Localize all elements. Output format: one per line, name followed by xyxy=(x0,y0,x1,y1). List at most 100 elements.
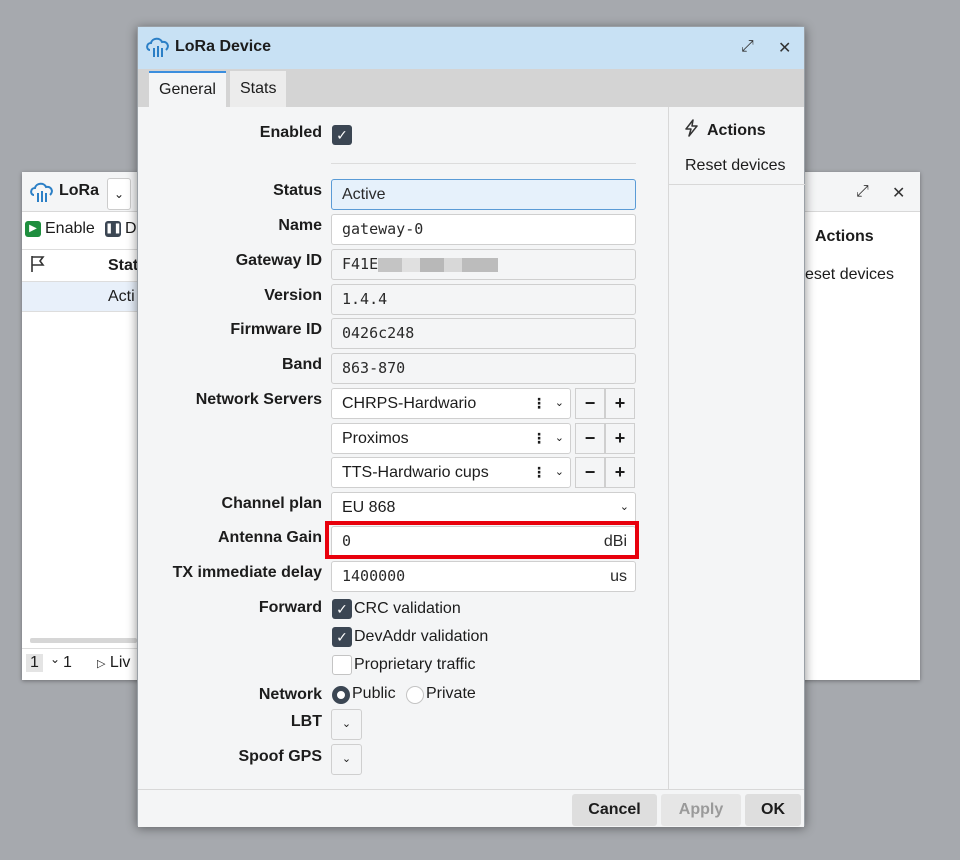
antenna-gain-label: Antenna Gain xyxy=(217,529,322,546)
network-label: Network xyxy=(258,686,322,703)
tab-stats[interactable]: Stats xyxy=(230,71,287,107)
dialog-footer: Cancel Apply OK xyxy=(138,789,804,827)
background-footer: 1 ⌄ 1 ▷ Liv xyxy=(22,648,137,680)
actions-header: Actions xyxy=(683,119,766,142)
cloud-logo-icon xyxy=(145,36,171,63)
background-toolbar: ▶ Enable ❚❚ D xyxy=(22,216,142,244)
firmware-id-label: Firmware ID xyxy=(230,321,322,338)
chevron-down-icon[interactable]: ⌄ xyxy=(50,652,60,666)
divider xyxy=(331,163,636,164)
tx-delay-unit: us xyxy=(610,568,627,585)
cloud-logo-icon xyxy=(29,181,55,208)
chevron-down-icon[interactable]: ⌄ xyxy=(555,424,564,453)
table-header: Stat xyxy=(22,249,138,282)
band-field: 863-870 xyxy=(331,353,636,384)
lbt-expand-button[interactable]: ⌄ xyxy=(331,709,362,740)
horizontal-scrollbar[interactable] xyxy=(30,638,137,643)
crc-validation-label[interactable]: CRC validation xyxy=(354,600,461,618)
forward-label: Forward xyxy=(258,599,322,616)
live-button[interactable]: ▷ Liv xyxy=(97,654,130,672)
antenna-gain-input[interactable]: 0 dBi xyxy=(331,526,636,557)
redacted-text xyxy=(378,257,499,272)
remove-server-button[interactable]: − xyxy=(575,457,605,488)
tx-delay-input[interactable]: 1400000 us xyxy=(331,561,636,592)
version-field: 1.4.4 xyxy=(331,284,636,315)
apply-button[interactable]: Apply xyxy=(661,794,741,826)
dialog-title: LoRa Device xyxy=(175,38,272,55)
dialog-titlebar: LoRa Device ⤢ ✕ xyxy=(138,27,804,69)
close-icon[interactable]: ✕ xyxy=(892,183,905,203)
kebab-icon[interactable]: ⋮ xyxy=(532,424,546,453)
reset-devices-action[interactable]: Reset devices xyxy=(669,147,805,185)
tab-bar: General Stats xyxy=(138,69,804,107)
cancel-button[interactable]: Cancel xyxy=(572,794,657,826)
network-server-select-2[interactable]: Proximos ⋮ ⌄ xyxy=(331,423,571,454)
row-status: Acti xyxy=(108,288,135,305)
add-server-button[interactable]: + xyxy=(605,457,635,488)
proprietary-traffic-label[interactable]: Proprietary traffic xyxy=(354,656,476,674)
disable-button[interactable]: ❚❚ D xyxy=(105,220,137,238)
page-total: 1 xyxy=(63,654,72,671)
status-label: Status xyxy=(273,182,322,199)
add-server-button[interactable]: + xyxy=(605,423,635,454)
ok-button[interactable]: OK xyxy=(745,794,801,826)
version-label: Version xyxy=(264,287,322,304)
status-field[interactable]: Active xyxy=(331,179,636,210)
add-server-button[interactable]: + xyxy=(605,388,635,419)
network-server-select-3[interactable]: TTS-Hardwario cups ⋮ ⌄ xyxy=(331,457,571,488)
play-icon: ▶ xyxy=(25,221,41,237)
maximize-icon[interactable]: ⤢ xyxy=(741,38,754,56)
network-servers-label: Network Servers xyxy=(195,391,322,408)
channel-plan-select[interactable]: EU 868 ⌄ xyxy=(331,492,636,523)
spoof-gps-expand-button[interactable]: ⌄ xyxy=(331,744,362,775)
private-label[interactable]: Private xyxy=(426,685,476,703)
public-radio[interactable] xyxy=(332,686,350,704)
close-icon[interactable]: ✕ xyxy=(778,38,791,58)
enable-button[interactable]: ▶ Enable xyxy=(25,220,95,238)
background-reset-devices[interactable]: eset devices xyxy=(805,266,894,284)
page-number[interactable]: 1 xyxy=(26,654,43,672)
chevron-down-icon[interactable]: ⌄ xyxy=(555,389,564,418)
channel-plan-label: Channel plan xyxy=(221,495,322,512)
table-row[interactable]: Acti xyxy=(22,282,137,312)
maximize-icon[interactable]: ⤢ xyxy=(856,183,869,201)
flag-icon xyxy=(30,255,46,278)
spoof-gps-label: Spoof GPS xyxy=(238,748,322,765)
gateway-id-label: Gateway ID xyxy=(235,252,322,269)
antenna-gain-unit: dBi xyxy=(603,533,627,550)
lbt-label: LBT xyxy=(290,713,322,730)
enabled-checkbox[interactable]: ✓ xyxy=(332,125,352,145)
private-radio[interactable] xyxy=(406,686,424,704)
kebab-icon[interactable]: ⋮ xyxy=(532,389,546,418)
gateway-id-field: F41E xyxy=(331,249,636,280)
tab-general[interactable]: General xyxy=(149,71,226,107)
crc-validation-checkbox[interactable]: ✓ xyxy=(332,599,352,619)
firmware-id-field: 0426c248 xyxy=(331,318,636,349)
name-label: Name xyxy=(278,217,322,234)
remove-server-button[interactable]: − xyxy=(575,423,605,454)
background-window-title: LoRa xyxy=(59,182,99,199)
background-actions-panel: Actions eset devices xyxy=(805,212,920,680)
band-label: Band xyxy=(282,356,322,373)
status-column-header[interactable]: Stat xyxy=(108,257,138,275)
chevron-down-icon[interactable]: ⌄ xyxy=(555,458,564,487)
background-actions-title: Actions xyxy=(815,228,874,245)
remove-server-button[interactable]: − xyxy=(575,388,605,419)
tx-delay-label: TX immediate delay xyxy=(172,564,322,581)
network-server-select-1[interactable]: CHRPS-Hardwario ⋮ ⌄ xyxy=(331,388,571,419)
proprietary-traffic-checkbox[interactable] xyxy=(332,655,352,675)
lightning-icon xyxy=(683,119,701,142)
play-outline-icon: ▷ xyxy=(97,658,106,670)
devaddr-validation-checkbox[interactable]: ✓ xyxy=(332,627,352,647)
actions-panel: Actions Reset devices xyxy=(668,107,805,789)
public-label[interactable]: Public xyxy=(352,685,396,703)
chevron-down-icon: ⌄ xyxy=(619,501,629,513)
chevron-down-icon[interactable]: ⌄ xyxy=(107,178,131,210)
name-input[interactable]: gateway-0 xyxy=(331,214,636,245)
devaddr-validation-label[interactable]: DevAddr validation xyxy=(354,628,488,646)
enabled-label: Enabled xyxy=(259,124,322,141)
lora-device-dialog: LoRa Device ⤢ ✕ General Stats Enabled ✓ … xyxy=(137,26,805,827)
kebab-icon[interactable]: ⋮ xyxy=(532,458,546,487)
pause-icon: ❚❚ xyxy=(105,221,122,237)
general-form: Enabled ✓ Status Active Name gateway-0 G… xyxy=(138,107,668,789)
